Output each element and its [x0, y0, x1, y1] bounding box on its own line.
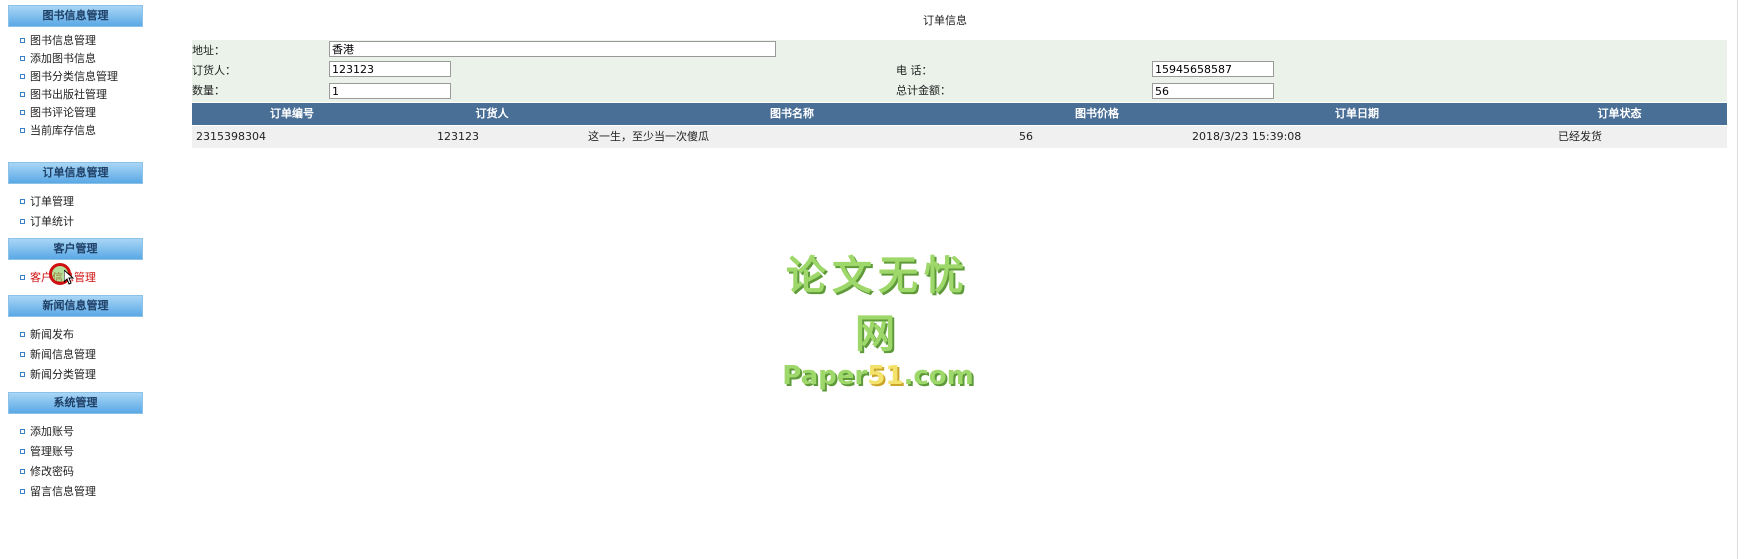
order-form: 地址： 订货人： 电 话： 数量： 总计金额： — [192, 40, 1727, 102]
bullet-icon — [20, 109, 25, 115]
address-label: 地址： — [192, 44, 225, 57]
cell-book-name: 这一生，至少当一次傻瓜 — [588, 130, 709, 143]
sidebar-item-order-stats[interactable]: 订单统计 — [20, 213, 74, 231]
cell-orderer: 123123 — [437, 130, 479, 143]
bullet-icon — [20, 91, 25, 97]
watermark-en-text: Paper51.com — [782, 361, 974, 391]
sidebar-item-news-manage[interactable]: 新闻信息管理 — [20, 346, 96, 364]
sidebar-section-news-header[interactable]: 新闻信息管理 — [8, 295, 143, 317]
col-book-name: 图书名称 — [770, 107, 814, 120]
mouse-pointer-icon — [64, 270, 74, 285]
cell-order-no: 2315398304 — [196, 130, 266, 143]
sidebar-item-add-book[interactable]: 添加图书信息 — [20, 50, 96, 68]
sidebar-item-message-manage[interactable]: 留言信息管理 — [20, 483, 96, 501]
bullet-icon — [20, 127, 25, 133]
page-title: 订单信息 — [923, 14, 967, 27]
right-scrollbar[interactable] — [1737, 0, 1747, 559]
sidebar-item-news-category[interactable]: 新闻分类管理 — [20, 366, 96, 384]
table-header: 订单编号 订货人 图书名称 图书价格 订单日期 订单状态 — [192, 103, 1727, 125]
col-order-no: 订单编号 — [270, 107, 314, 120]
bullet-icon — [20, 218, 25, 224]
bullet-icon — [20, 428, 25, 434]
sidebar: 图书信息管理 图书信息管理 添加图书信息 图书分类信息管理 图书出版社管理 图书… — [0, 0, 145, 559]
cell-order-status: 已经发货 — [1558, 130, 1602, 143]
address-field[interactable] — [329, 41, 776, 57]
sidebar-item-order-manage[interactable]: 订单管理 — [20, 193, 74, 211]
bullet-icon — [20, 351, 25, 357]
sidebar-item-book-info[interactable]: 图书信息管理 — [20, 32, 96, 50]
col-book-price: 图书价格 — [1075, 107, 1119, 120]
total-field[interactable] — [1152, 83, 1274, 99]
bullet-icon — [20, 371, 25, 377]
bullet-icon — [20, 331, 25, 337]
bullet-icon — [20, 448, 25, 454]
col-order-date: 订单日期 — [1335, 107, 1379, 120]
bullet-icon — [20, 73, 25, 79]
bullet-icon — [20, 274, 25, 280]
phone-label: 电 话： — [896, 64, 933, 77]
bullet-icon — [20, 198, 25, 204]
sidebar-section-book-header[interactable]: 图书信息管理 — [8, 5, 143, 27]
bullet-icon — [20, 488, 25, 494]
orderer-field[interactable] — [329, 61, 451, 77]
bullet-icon — [20, 55, 25, 61]
sidebar-item-inventory[interactable]: 当前库存信息 — [20, 122, 96, 140]
sidebar-section-system-header[interactable]: 系统管理 — [8, 392, 143, 414]
sidebar-item-change-password[interactable]: 修改密码 — [20, 463, 74, 481]
watermark-cn-text: 论文无忧网 — [786, 253, 970, 357]
watermark-logo: 论文无忧网 Paper51.com — [772, 243, 984, 391]
sidebar-item-publisher[interactable]: 图书出版社管理 — [20, 86, 107, 104]
sidebar-section-order-header[interactable]: 订单信息管理 — [8, 162, 143, 184]
cell-order-date: 2018/3/23 15:39:08 — [1192, 130, 1302, 143]
sidebar-item-add-account[interactable]: 添加账号 — [20, 423, 74, 441]
orderer-label: 订货人： — [192, 64, 236, 77]
col-orderer: 订货人 — [475, 107, 509, 120]
sidebar-item-book-review[interactable]: 图书评论管理 — [20, 104, 96, 122]
sidebar-section-customer-header[interactable]: 客户管理 — [8, 238, 143, 260]
quantity-label: 数量： — [192, 84, 225, 97]
col-order-status: 订单状态 — [1597, 107, 1642, 120]
sidebar-item-news-publish[interactable]: 新闻发布 — [20, 326, 74, 344]
quantity-field[interactable] — [329, 83, 451, 99]
cell-book-price: 56 — [1019, 130, 1033, 143]
bullet-icon — [20, 468, 25, 474]
sidebar-item-book-category[interactable]: 图书分类信息管理 — [20, 68, 118, 86]
sidebar-item-manage-account[interactable]: 管理账号 — [20, 443, 74, 461]
table-row[interactable]: 2315398304 123123 这一生，至少当一次傻瓜 56 2018/3/… — [192, 126, 1727, 148]
total-label: 总计金额： — [896, 84, 951, 97]
phone-field[interactable] — [1152, 61, 1274, 77]
bullet-icon — [20, 37, 25, 43]
